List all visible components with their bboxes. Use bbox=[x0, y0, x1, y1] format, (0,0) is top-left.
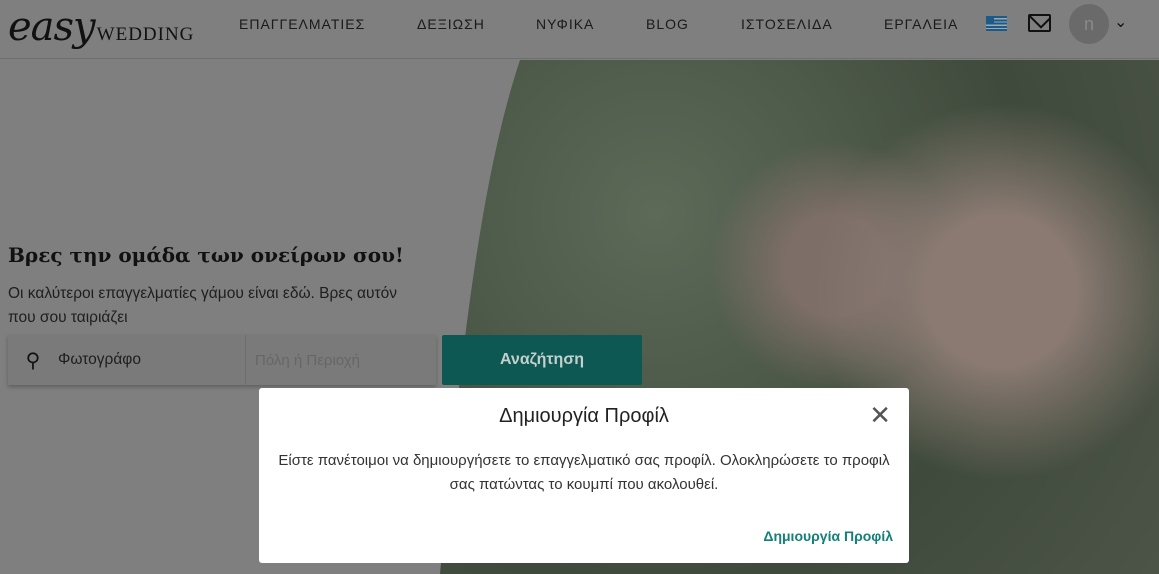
chevron-down-icon[interactable]: ⌄ bbox=[1114, 12, 1127, 32]
search-button[interactable]: Αναζήτηση bbox=[442, 335, 642, 385]
nav-bridal[interactable]: ΝΥΦΙΚΑ bbox=[536, 16, 594, 32]
nav-reception[interactable]: ΔΕΞΙΩΣΗ bbox=[417, 16, 485, 32]
create-profile-button[interactable]: Δημιουργία Προφίλ bbox=[763, 528, 893, 544]
search-input[interactable]: Φωτογράφο bbox=[58, 335, 246, 385]
logo-word: WEDDING bbox=[96, 24, 195, 45]
dialog-body: Είστε πανέτοιμοι να δημιουργήσετε το επα… bbox=[278, 452, 890, 493]
greek-flag-icon[interactable] bbox=[986, 16, 1007, 31]
nav-professionals[interactable]: ΕΠΑΓΓΕΛΜΑΤΙΕΣ bbox=[239, 16, 365, 32]
nav-tools[interactable]: ΕΡΓΑΛΕΙΑ bbox=[884, 16, 958, 32]
hero-title: Βρες την ομάδα των ονείρων σου! bbox=[8, 243, 404, 267]
close-icon[interactable]: ✕ bbox=[869, 402, 891, 428]
nav-blog[interactable]: BLOG bbox=[646, 16, 689, 32]
mail-icon[interactable] bbox=[1028, 14, 1051, 32]
location-input[interactable]: Πόλη ή Περιοχή bbox=[246, 352, 360, 369]
logo-script: easy bbox=[8, 4, 96, 50]
dialog-title: Δημιουργία Προφίλ bbox=[499, 405, 669, 427]
nav-website[interactable]: ΙΣΤΟΣΕΛΙΔΑ bbox=[741, 16, 833, 32]
hero-subtitle: Οι καλύτεροι επαγγελματίες γάμου είναι ε… bbox=[8, 285, 397, 326]
search-icon: ⚲ bbox=[25, 349, 41, 372]
avatar[interactable]: n bbox=[1069, 4, 1109, 44]
create-profile-dialog: Δημιουργία Προφίλ ✕ Είστε πανέτοιμοι να … bbox=[259, 388, 909, 563]
header: easy WEDDING ΕΠΑΓΓΕΛΜΑΤΙΕΣ ΔΕΞΙΩΣΗ ΝΥΦΙΚΑ… bbox=[0, 0, 1159, 59]
logo[interactable]: easy WEDDING bbox=[8, 4, 194, 50]
search-bar: ⚲ Φωτογράφο Πόλη ή Περιοχή bbox=[8, 335, 436, 385]
